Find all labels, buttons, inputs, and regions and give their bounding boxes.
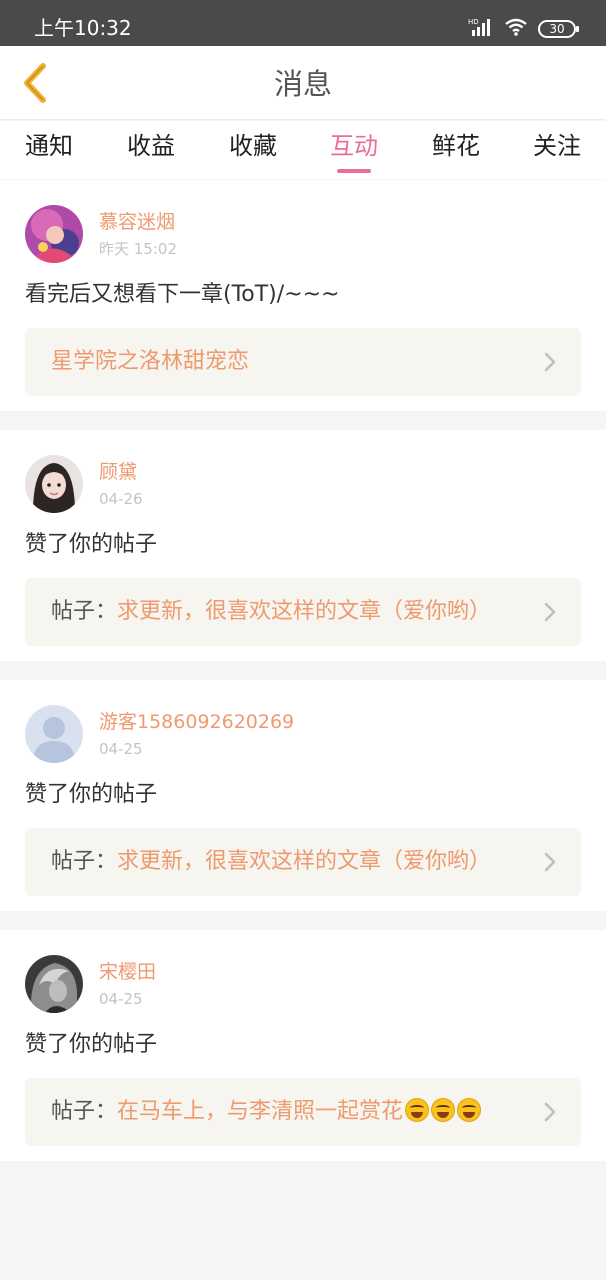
message-time: 04-26 [99,490,143,508]
tab-flowers[interactable]: 鲜花 [411,129,501,175]
ref-prefix: 帖子： [51,599,118,624]
message-card: 顾黛 04-26 赞了你的帖子 帖子：求更新，很喜欢这样的文章（爱你哟） [0,430,606,661]
battery-level: 30 [549,22,565,36]
message-text: 赞了你的帖子 [25,532,158,557]
message-card: 慕容迷烟 昨天 15:02 看完后又想看下一章(ToT)/~~~ 星学院之洛林甜… [0,180,606,411]
ref-post-link[interactable]: 帖子：求更新，很喜欢这样的文章（爱你哟） [25,578,581,646]
battery-icon: 30 [538,20,579,38]
tab-label: 收益 [127,132,175,160]
ref-title: 在马车上，与李清照一起赏花 [117,1099,404,1124]
ref-title: 星学院之洛林甜宠恋 [51,349,250,374]
message-card: 宋樱田 04-25 赞了你的帖子 帖子：在马车上，与李清照一起赏花 [0,930,606,1161]
ref-text: 帖子：求更新，很喜欢这样的文章（爱你哟） [51,596,491,628]
rolling-laughing-emoji-icon [431,1098,456,1122]
avatar[interactable] [25,455,83,513]
tab-notifications[interactable]: 通知 [4,129,94,175]
status-time: 上午10:32 [34,16,132,40]
tab-label: 互动 [330,132,378,160]
signal-icon: HD [468,17,494,41]
chevron-right-icon [544,602,556,622]
ref-prefix: 帖子： [51,849,118,874]
user-name[interactable]: 慕容迷烟 [99,210,175,234]
message-time: 昨天 15:02 [99,240,177,258]
message-card: 游客1586092620269 04-25 赞了你的帖子 帖子：求更新，很喜欢这… [0,680,606,911]
tab-favorites[interactable]: 收藏 [208,129,298,175]
message-text: 看完后又想看下一章(ToT)/~~~ [25,282,340,307]
avatar[interactable] [25,955,83,1013]
message-text: 赞了你的帖子 [25,1032,158,1057]
message-text: 赞了你的帖子 [25,782,158,807]
avatar[interactable] [25,705,83,763]
ref-text: 帖子：求更新，很喜欢这样的文章（爱你哟） [51,846,491,878]
tab-earnings[interactable]: 收益 [106,129,196,175]
tab-label: 鲜花 [432,132,480,160]
user-name[interactable]: 顾黛 [99,460,137,484]
wifi-icon [504,17,528,41]
ref-prefix: 帖子： [51,1099,118,1124]
ref-text: 星学院之洛林甜宠恋 [51,346,249,378]
status-bar: 上午10:32 HD 30 [0,0,606,46]
chevron-right-icon [544,1102,556,1122]
ref-novel-link[interactable]: 星学院之洛林甜宠恋 [25,328,581,396]
ref-post-link[interactable]: 帖子：求更新，很喜欢这样的文章（爱你哟） [25,828,581,896]
tab-label: 关注 [533,132,581,160]
user-name[interactable]: 游客1586092620269 [99,710,294,734]
tab-bar: 通知 收益 收藏 互动 鲜花 关注 [0,121,606,179]
header: 消息 [0,46,606,120]
ref-post-link[interactable]: 帖子：在马车上，与李清照一起赏花 [25,1078,581,1146]
ref-text: 帖子：在马车上，与李清照一起赏花 [51,1096,482,1128]
message-time: 04-25 [99,990,143,1008]
ref-title: 求更新，很喜欢这样的文章（爱你哟） [117,599,492,624]
user-name[interactable]: 宋樱田 [99,960,156,984]
status-icons: HD 30 [468,14,579,44]
avatar[interactable] [25,205,83,263]
tab-label: 收藏 [229,132,277,160]
hd-label: HD [468,18,479,26]
rolling-laughing-emoji-icon [457,1098,482,1122]
rolling-laughing-emoji-icon [405,1098,430,1122]
tab-interactions[interactable]: 互动 [309,129,399,175]
active-tab-indicator [337,169,371,173]
chevron-right-icon [544,352,556,372]
message-time: 04-25 [99,740,143,758]
page-title: 消息 [273,67,332,101]
tab-label: 通知 [25,132,73,160]
ref-title: 求更新，很喜欢这样的文章（爱你哟） [117,849,492,874]
tab-following[interactable]: 关注 [512,129,602,175]
chevron-right-icon [544,852,556,872]
